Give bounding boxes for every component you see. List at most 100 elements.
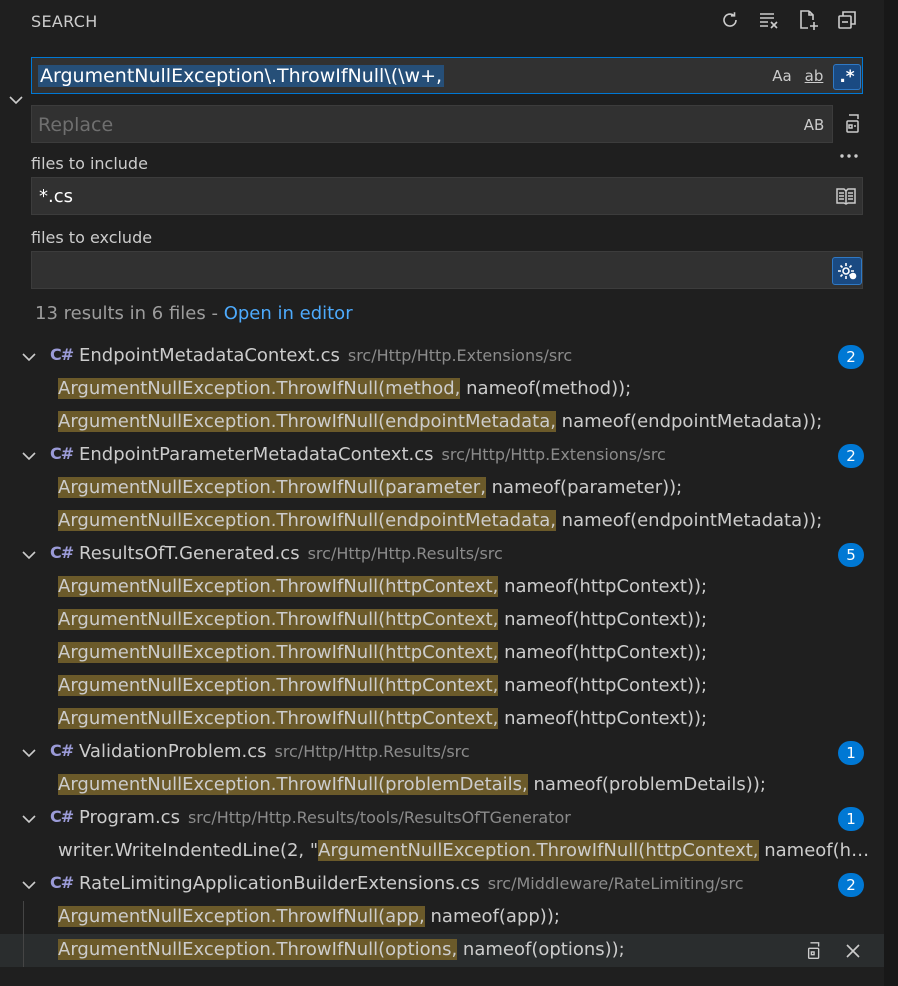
file-name: ValidationProblem.cs src/Http/Http.Result…	[79, 741, 470, 762]
dismiss-icon[interactable]	[841, 939, 865, 963]
replace-field[interactable]: AB	[31, 105, 833, 143]
match-text: ArgumentNullException.ThrowIfNull(endpoi…	[58, 411, 876, 432]
file-result-row[interactable]: C# ResultsOfT.Generated.cs src/Http/Http.R…	[0, 538, 884, 571]
use-exclude-settings-icon[interactable]	[832, 257, 862, 285]
file-path: src/Middleware/RateLimiting/src	[487, 874, 744, 893]
indent-guide	[23, 901, 24, 934]
chevron-down-icon[interactable]	[20, 876, 38, 894]
match-highlight: ArgumentNullException.ThrowIfNull(proble…	[58, 774, 528, 795]
match-result-row[interactable]: ArgumentNullException.ThrowIfNull(httpCo…	[0, 571, 884, 604]
match-suffix: nameof(method));	[460, 378, 632, 399]
match-highlight: ArgumentNullException.ThrowIfNull(httpCo…	[58, 609, 499, 630]
match-suffix: nameof(httpContext));	[498, 675, 708, 696]
results-count: 13 results in 6 files -	[35, 303, 224, 324]
match-text: writer.WriteIndentedLine(2, "ArgumentNul…	[58, 840, 876, 861]
toggle-replace-chevron-icon[interactable]	[4, 88, 28, 112]
file-name: Program.cs src/Http/Http.Results/tools/Re…	[79, 807, 571, 828]
use-regex-toggle[interactable]: .*	[833, 64, 861, 90]
files-to-include-input[interactable]: *.cs	[31, 177, 863, 215]
more-options-icon[interactable]	[837, 143, 861, 167]
match-result-row[interactable]: ArgumentNullException.ThrowIfNull(app, n…	[0, 901, 884, 934]
match-result-row[interactable]: ArgumentNullException.ThrowIfNull(endpoi…	[0, 505, 884, 538]
collapse-all-icon[interactable]	[835, 8, 859, 32]
chevron-down-icon[interactable]	[20, 744, 38, 762]
match-highlight: ArgumentNullException.ThrowIfNull(app,	[58, 906, 425, 927]
search-open-editors-icon[interactable]	[834, 184, 858, 208]
file-result-row[interactable]: C# EndpointParameterMetadataContext.cs src…	[0, 439, 884, 472]
match-result-row[interactable]: ArgumentNullException.ThrowIfNull(httpCo…	[0, 637, 884, 670]
match-highlight: ArgumentNullException.ThrowIfNull(option…	[58, 939, 458, 960]
refresh-icon[interactable]	[718, 8, 742, 32]
match-result-row[interactable]: ArgumentNullException.ThrowIfNull(proble…	[0, 769, 884, 802]
match-text: ArgumentNullException.ThrowIfNull(proble…	[58, 774, 876, 795]
match-count-badge: 5	[838, 543, 864, 567]
results-summary: 13 results in 6 files - Open in editor	[35, 303, 353, 324]
match-result-row[interactable]: ArgumentNullException.ThrowIfNull(parame…	[0, 472, 884, 505]
file-result-row[interactable]: C# EndpointMetadataContext.cs src/Http/Htt…	[0, 340, 884, 373]
replace-input[interactable]	[38, 112, 758, 138]
file-path: src/Http/Http.Results/tools/ResultsOfTGe…	[187, 808, 571, 827]
match-result-row[interactable]: ArgumentNullException.ThrowIfNull(option…	[0, 934, 884, 967]
chevron-down-icon[interactable]	[20, 348, 38, 366]
match-text: ArgumentNullException.ThrowIfNull(httpCo…	[58, 609, 876, 630]
match-highlight: ArgumentNullException.ThrowIfNull(httpCo…	[58, 675, 499, 696]
match-result-row[interactable]: ArgumentNullException.ThrowIfNull(httpCo…	[0, 670, 884, 703]
file-path: src/Http/Http.Results/src	[274, 742, 470, 761]
files-to-include-value[interactable]: *.cs	[39, 186, 73, 207]
match-suffix: nameof(app));	[424, 906, 560, 927]
match-text: ArgumentNullException.ThrowIfNull(httpCo…	[58, 675, 876, 696]
match-count-badge: 1	[838, 741, 864, 765]
replace-icon[interactable]	[803, 939, 827, 963]
match-suffix: nameof(httpContext));");	[764, 840, 876, 861]
match-case-toggle[interactable]: Aa	[770, 64, 794, 88]
match-text: ArgumentNullException.ThrowIfNull(httpCo…	[58, 576, 876, 597]
clear-results-icon[interactable]	[757, 8, 781, 32]
match-suffix: nameof(endpointMetadata));	[555, 510, 823, 531]
match-highlight: ArgumentNullException.ThrowIfNull(endpoi…	[58, 510, 556, 531]
file-name: EndpointParameterMetadataContext.cs src/H…	[79, 444, 666, 465]
match-highlight: ArgumentNullException.ThrowIfNull(httpCo…	[318, 840, 759, 861]
files-to-include-label: files to include	[31, 154, 148, 173]
match-suffix: nameof(httpContext));	[498, 708, 708, 729]
files-to-exclude-input[interactable]	[31, 251, 863, 289]
file-result-row[interactable]: C# ValidationProblem.cs src/Http/Http.Resu…	[0, 736, 884, 769]
chevron-down-icon[interactable]	[20, 810, 38, 828]
file-name: EndpointMetadataContext.cs src/Http/Http.…	[79, 345, 573, 366]
match-text: ArgumentNullException.ThrowIfNull(method…	[58, 378, 876, 399]
match-text: ArgumentNullException.ThrowIfNull(parame…	[58, 477, 876, 498]
match-result-row[interactable]: ArgumentNullException.ThrowIfNull(httpCo…	[0, 604, 884, 637]
match-whole-word-toggle[interactable]: ab	[799, 64, 829, 88]
scrollbar-track[interactable]	[884, 0, 898, 986]
open-in-editor-link[interactable]: Open in editor	[224, 303, 353, 324]
match-highlight: ArgumentNullException.ThrowIfNull(parame…	[58, 477, 486, 498]
match-text: ArgumentNullException.ThrowIfNull(app, n…	[58, 906, 876, 927]
match-count-badge: 1	[838, 807, 864, 831]
chevron-down-icon[interactable]	[20, 447, 38, 465]
csharp-file-icon: C#	[50, 444, 74, 463]
search-input-value[interactable]: ArgumentNullException\.ThrowIfNull\(\w+,	[38, 65, 445, 87]
csharp-file-icon: C#	[50, 807, 74, 826]
view-title: SEARCH	[31, 12, 98, 31]
files-to-exclude-label: files to exclude	[31, 228, 153, 247]
match-result-row[interactable]: ArgumentNullException.ThrowIfNull(endpoi…	[0, 406, 884, 439]
chevron-down-icon[interactable]	[20, 546, 38, 564]
file-result-row[interactable]: C# RateLimitingApplicationBuilderExtensio…	[0, 868, 884, 901]
file-result-row[interactable]: C# Program.cs src/Http/Http.Results/tools/…	[0, 802, 884, 835]
new-search-editor-icon[interactable]	[796, 8, 820, 32]
row-actions	[803, 939, 865, 963]
match-text: ArgumentNullException.ThrowIfNull(option…	[58, 939, 876, 960]
preserve-case-toggle[interactable]: AB	[800, 113, 828, 137]
match-result-row[interactable]: ArgumentNullException.ThrowIfNull(httpCo…	[0, 703, 884, 736]
match-result-row[interactable]: writer.WriteIndentedLine(2, "ArgumentNul…	[0, 835, 884, 868]
match-highlight: ArgumentNullException.ThrowIfNull(method…	[58, 378, 461, 399]
match-count-badge: 2	[838, 345, 864, 369]
match-result-row[interactable]: ArgumentNullException.ThrowIfNull(method…	[0, 373, 884, 406]
header-toolbar	[718, 8, 859, 32]
match-count-badge: 2	[838, 444, 864, 468]
whole-word-label: ab	[804, 67, 824, 85]
csharp-file-icon: C#	[50, 873, 74, 892]
replace-all-icon[interactable]	[842, 112, 866, 136]
match-highlight: ArgumentNullException.ThrowIfNull(httpCo…	[58, 642, 499, 663]
search-input[interactable]: ArgumentNullException\.ThrowIfNull\(\w+,…	[31, 57, 863, 94]
match-prefix: writer.WriteIndentedLine(2, "	[58, 840, 319, 861]
